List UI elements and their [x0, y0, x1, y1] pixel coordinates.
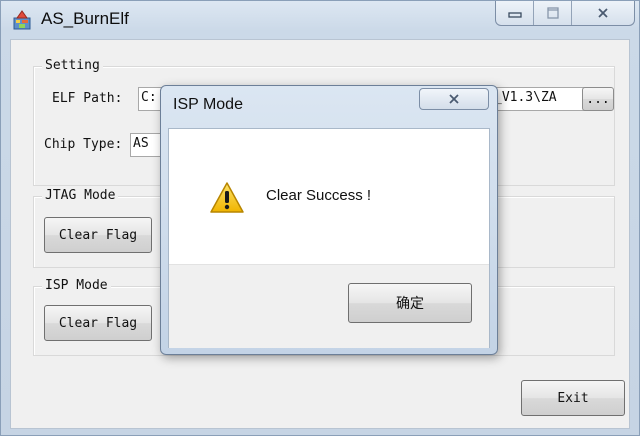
elf-path-value-start: C:: [141, 90, 157, 105]
close-button[interactable]: [572, 1, 634, 25]
browse-button[interactable]: ...: [582, 87, 614, 111]
ok-button[interactable]: 确定: [348, 283, 472, 323]
window-title: AS_BurnElf: [41, 9, 129, 28]
jtag-legend: JTAG Mode: [42, 188, 119, 203]
dialog-title: ISP Mode: [173, 96, 243, 113]
minimize-icon: [507, 12, 522, 18]
window-controls: [495, 1, 635, 26]
dialog-close-button[interactable]: [419, 88, 489, 110]
dialog-body: Clear Success ! 确定: [168, 128, 490, 348]
exit-label: Exit: [557, 390, 589, 406]
elf-path-value-end: _V1.3\ZA: [494, 90, 557, 105]
maximize-button[interactable]: [534, 1, 572, 25]
isp-mode-dialog: ISP Mode Clear Success ! 确定: [160, 85, 498, 355]
warning-icon: [210, 182, 244, 213]
isp-clear-flag-label: Clear Flag: [58, 315, 138, 331]
jtag-clear-flag-button[interactable]: Clear Flag: [44, 217, 152, 253]
maximize-icon: [546, 7, 559, 19]
browse-label: ...: [586, 91, 610, 107]
main-window: AS_BurnElf Setting ELF Path: C: _V1.3\ZA…: [0, 0, 640, 436]
minimize-button[interactable]: [496, 1, 534, 25]
jtag-clear-flag-label: Clear Flag: [58, 227, 138, 243]
close-icon: [449, 94, 459, 104]
ok-label: 确定: [396, 296, 424, 312]
dialog-footer: 确定: [169, 264, 489, 348]
title-bar[interactable]: AS_BurnElf: [1, 1, 639, 37]
isp-clear-flag-button[interactable]: Clear Flag: [44, 305, 152, 341]
dialog-message: Clear Success !: [266, 187, 372, 204]
elf-path-label: ELF Path:: [52, 91, 123, 106]
isp-legend: ISP Mode: [42, 278, 111, 293]
close-icon: [598, 8, 608, 18]
app-icon: [13, 10, 31, 30]
chip-type-value: AS: [133, 136, 149, 151]
setting-legend: Setting: [42, 58, 103, 73]
chip-type-label: Chip Type:: [44, 137, 123, 152]
exit-button[interactable]: Exit: [521, 380, 625, 416]
